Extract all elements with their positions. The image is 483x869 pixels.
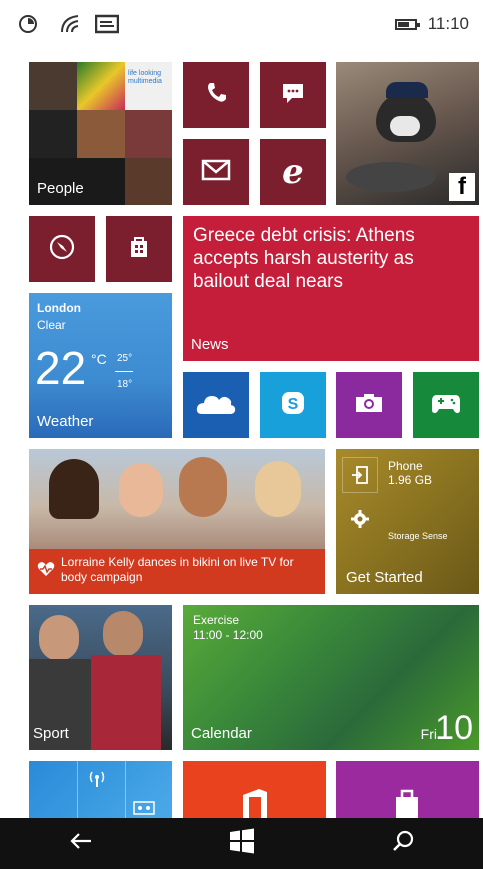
back-icon bbox=[69, 833, 92, 854]
weather-high: 25° bbox=[117, 353, 133, 364]
start-button[interactable] bbox=[212, 824, 272, 864]
people-tile[interactable]: life looking multimedia People bbox=[29, 62, 172, 205]
storage-sense-tile[interactable]: Phone 1.96 GB Storage Sense Get Started bbox=[336, 449, 479, 594]
mail-icon bbox=[201, 159, 231, 186]
sign-in-icon bbox=[342, 457, 378, 493]
maps-tile[interactable] bbox=[29, 216, 95, 282]
navigation-bar bbox=[0, 818, 483, 869]
xbox-icon bbox=[431, 392, 461, 419]
calendar-tile[interactable]: Exercise 11:00 - 12:00 Calendar Fri 10 bbox=[183, 605, 479, 750]
weather-unit: °C bbox=[91, 351, 107, 367]
cap-photo bbox=[386, 82, 428, 98]
weather-temperature: 22 bbox=[35, 342, 87, 394]
search-icon bbox=[392, 830, 414, 857]
store-tile[interactable] bbox=[106, 216, 172, 282]
xbox-tile[interactable] bbox=[413, 372, 479, 438]
tile-divider bbox=[125, 761, 126, 818]
lifestyle-tile[interactable]: Lorraine Kelly dances in bikini on live … bbox=[29, 449, 325, 594]
store-tile-2[interactable] bbox=[336, 761, 479, 818]
gear-icon bbox=[342, 501, 378, 537]
message-icon bbox=[94, 14, 120, 39]
tile-label: Weather bbox=[37, 413, 94, 430]
calendar-event-time: 11:00 - 12:00 bbox=[193, 628, 263, 642]
onedrive-icon bbox=[196, 390, 236, 421]
lifestyle-headline: Lorraine Kelly dances in bikini on live … bbox=[61, 555, 294, 584]
status-bar: 11:10 bbox=[0, 0, 483, 52]
facebook-icon: f bbox=[449, 173, 475, 201]
battery-icon bbox=[395, 19, 420, 30]
skype-icon: S bbox=[280, 390, 306, 421]
mail-tile[interactable] bbox=[183, 139, 249, 205]
sport-photo bbox=[91, 655, 161, 750]
storage-size: 1.96 GB bbox=[388, 473, 433, 487]
turntable bbox=[346, 162, 436, 192]
weather-condition: Clear bbox=[37, 318, 66, 332]
cat-face bbox=[390, 116, 420, 136]
get-started-label: Get Started bbox=[346, 569, 423, 586]
people-photo bbox=[77, 110, 125, 158]
phone-icon bbox=[205, 81, 227, 110]
store-icon bbox=[392, 787, 422, 818]
messaging-icon bbox=[281, 81, 305, 110]
news-headline: Greece debt crisis: Athens accepts harsh… bbox=[193, 225, 415, 292]
store-icon bbox=[128, 235, 150, 264]
status-time: 11:10 bbox=[427, 14, 469, 33]
wifi-icon bbox=[60, 14, 84, 39]
lifestyle-photo bbox=[179, 457, 227, 517]
weather-city: London bbox=[37, 301, 81, 315]
storage-drive: Phone bbox=[388, 459, 423, 473]
people-photo bbox=[77, 62, 125, 110]
camera-tile[interactable] bbox=[336, 372, 402, 438]
tile-label: Calendar bbox=[191, 725, 252, 742]
facebook-tile[interactable]: f bbox=[336, 62, 479, 205]
back-button[interactable] bbox=[51, 824, 111, 864]
tile-divider bbox=[77, 761, 78, 818]
people-photo bbox=[29, 62, 77, 110]
people-photo bbox=[29, 110, 77, 158]
broadcast-icon bbox=[85, 769, 109, 792]
tile-label: Sport bbox=[33, 725, 69, 742]
news-tile[interactable]: Greece debt crisis: Athens accepts harsh… bbox=[183, 216, 479, 361]
people-photo bbox=[125, 110, 172, 158]
settings-tile[interactable] bbox=[29, 761, 172, 818]
people-photo bbox=[125, 158, 172, 205]
lifestyle-banner: Lorraine Kelly dances in bikini on live … bbox=[29, 549, 325, 594]
weather-tile[interactable]: London Clear 22 °C 25° 18° Weather bbox=[29, 293, 172, 438]
search-button[interactable] bbox=[373, 824, 433, 864]
calendar-date: 10 bbox=[435, 709, 473, 747]
storage-sense-label: Storage Sense bbox=[388, 531, 448, 541]
tile-label: News bbox=[191, 336, 229, 353]
maps-icon bbox=[49, 234, 75, 265]
internet-explorer-tile[interactable]: e bbox=[260, 139, 326, 205]
messaging-tile[interactable] bbox=[260, 62, 326, 128]
weather-divider bbox=[115, 371, 133, 372]
office-tile[interactable] bbox=[183, 761, 326, 818]
tile-label: People bbox=[37, 180, 84, 197]
onedrive-tile[interactable] bbox=[183, 372, 249, 438]
camera-icon bbox=[354, 392, 384, 419]
svg-text:S: S bbox=[288, 396, 299, 413]
sport-tile[interactable]: Sport bbox=[29, 605, 172, 750]
internet-explorer-icon: e bbox=[282, 152, 304, 192]
heart-icon bbox=[37, 561, 55, 582]
lifestyle-photo bbox=[119, 463, 163, 517]
calendar-event-title: Exercise bbox=[193, 613, 240, 627]
weather-low: 18° bbox=[117, 379, 133, 390]
phone-tile[interactable] bbox=[183, 62, 249, 128]
office-icon bbox=[239, 787, 269, 818]
sport-photo bbox=[39, 615, 79, 661]
skype-tile[interactable]: S bbox=[260, 372, 326, 438]
lifestyle-photo bbox=[49, 459, 99, 519]
lifestyle-photo bbox=[255, 461, 301, 517]
windows-start-icon bbox=[229, 828, 255, 859]
cassette-icon bbox=[133, 801, 155, 818]
people-photo: life looking multimedia bbox=[125, 62, 172, 110]
data-sense-icon bbox=[18, 14, 38, 39]
sport-photo bbox=[103, 611, 143, 657]
